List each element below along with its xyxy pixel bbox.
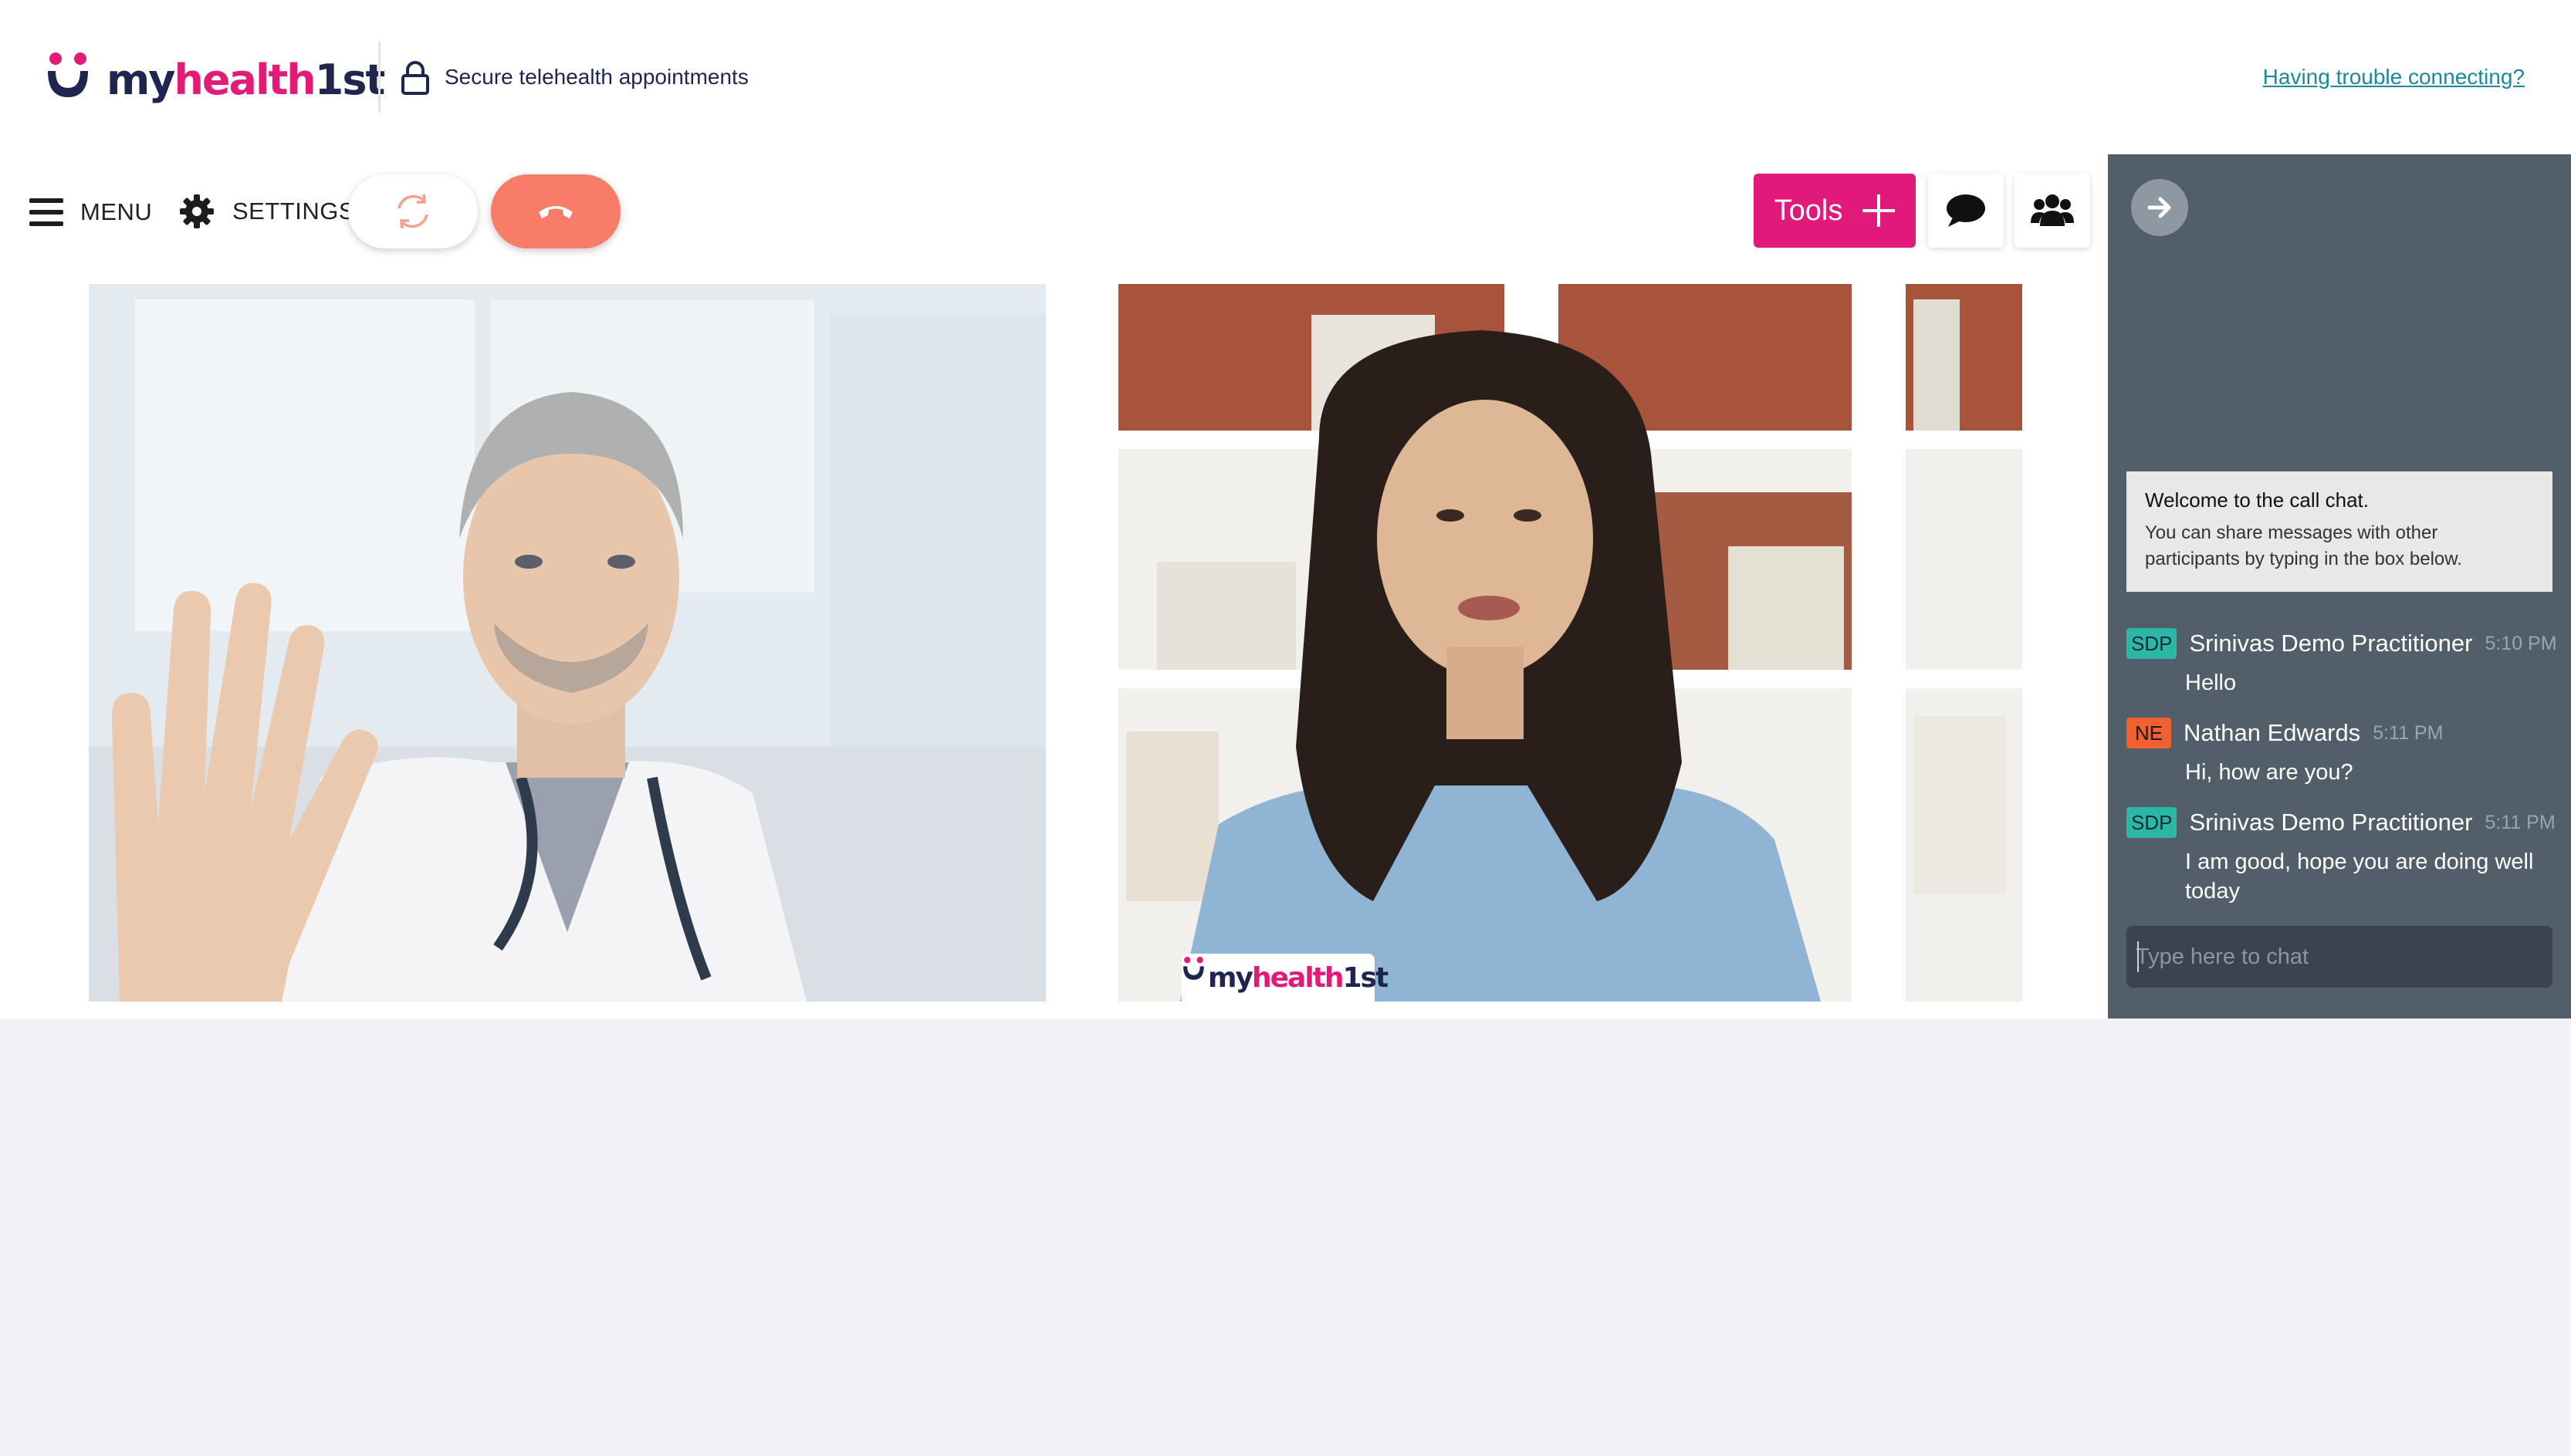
message-time: 5:10 PM bbox=[2485, 632, 2557, 654]
patient-video-feed: myhealth1st bbox=[1064, 284, 2022, 1002]
chat-bubble-icon bbox=[1947, 194, 1985, 227]
chat-toggle-button[interactable] bbox=[1928, 174, 2004, 248]
message-text: Hi, how are you? bbox=[2185, 760, 2353, 785]
refresh-icon bbox=[397, 194, 428, 229]
tools-button[interactable]: Tools bbox=[1754, 174, 1916, 248]
practitioner-video-feed bbox=[89, 284, 1046, 1002]
smile-logo-icon bbox=[1183, 957, 1204, 980]
message-time: 5:11 PM bbox=[2373, 721, 2444, 744]
chat-message: SDP Srinivas Demo Practitioner 5:10 PM H… bbox=[2126, 627, 2559, 698]
hang-up-icon bbox=[539, 206, 573, 218]
message-text: Hello bbox=[2185, 671, 2237, 695]
header: myhealth1st Secure telehealth appointmen… bbox=[0, 0, 2571, 154]
sender-name: Srinivas Demo Practitioner bbox=[2189, 630, 2473, 657]
chat-welcome-title: Welcome to the call chat. bbox=[2145, 488, 2369, 512]
refresh-button[interactable] bbox=[348, 174, 478, 248]
video-watermark-logo: myhealth1st bbox=[1182, 954, 1389, 1002]
arrow-right-icon bbox=[2147, 197, 2171, 218]
sender-avatar-badge: NE bbox=[2126, 718, 2171, 748]
sender-avatar-badge: SDP bbox=[2126, 807, 2177, 838]
practitioner-video-image bbox=[89, 284, 1046, 1002]
chat-input[interactable] bbox=[2126, 926, 2552, 988]
myhealth1st-logo: myhealth1st bbox=[45, 48, 385, 110]
patient-video-image bbox=[1064, 284, 2022, 1002]
tools-label: Tools bbox=[1774, 194, 1843, 227]
logo-text: myhealth1st bbox=[107, 56, 385, 104]
smile-logo-icon bbox=[48, 52, 88, 97]
settings-button[interactable]: SETTINGS bbox=[178, 191, 355, 231]
text-caret bbox=[2137, 941, 2139, 972]
plus-icon bbox=[1862, 194, 1896, 227]
chat-message: NE Nathan Edwards 5:11 PM Hi, how are yo… bbox=[2126, 716, 2559, 787]
menu-button[interactable]: MENU bbox=[29, 196, 152, 228]
participants-button[interactable] bbox=[2015, 174, 2090, 248]
secure-telehealth-label: Secure telehealth appointments bbox=[445, 65, 749, 89]
sender-avatar-badge: SDP bbox=[2126, 628, 2177, 659]
chat-welcome-box: Welcome to the call chat. You can share … bbox=[2126, 471, 2552, 592]
message-time: 5:11 PM bbox=[2485, 811, 2556, 833]
menu-icon bbox=[29, 198, 63, 226]
telehealth-call-page: myhealth1st Secure telehealth appointmen… bbox=[0, 0, 2571, 1456]
users-icon bbox=[2031, 194, 2074, 226]
chat-message: SDP Srinivas Demo Practitioner 5:11 PM I… bbox=[2126, 806, 2559, 906]
video-watermark-text: myhealth1st bbox=[1208, 961, 1389, 994]
sender-name: Srinivas Demo Practitioner bbox=[2189, 809, 2473, 836]
menu-label: MENU bbox=[80, 198, 153, 225]
sender-name: Nathan Edwards bbox=[2184, 719, 2361, 746]
lock-icon bbox=[401, 61, 429, 95]
chat-welcome-body: You can share messages with other partic… bbox=[2145, 522, 2462, 569]
end-call-button[interactable] bbox=[491, 174, 621, 248]
gear-icon bbox=[180, 194, 214, 228]
collapse-chat-button[interactable] bbox=[2131, 179, 2188, 236]
message-text: I am good, hope you are doing well today bbox=[2185, 850, 2534, 904]
chat-panel: Welcome to the call chat. You can share … bbox=[2108, 154, 2571, 1019]
settings-label: SETTINGS bbox=[232, 198, 356, 225]
header-divider bbox=[378, 42, 381, 113]
trouble-connecting-link[interactable]: Having trouble connecting? bbox=[2263, 65, 2525, 90]
